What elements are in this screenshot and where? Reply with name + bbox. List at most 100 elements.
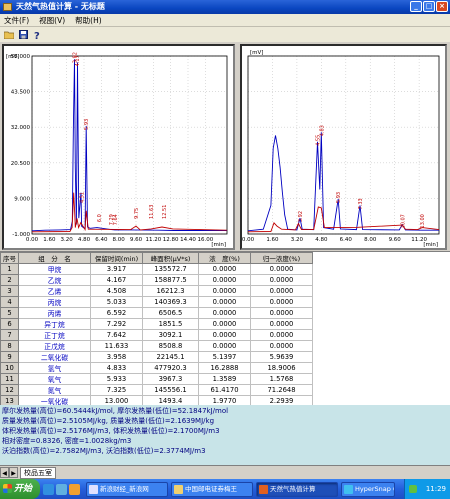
column-header[interactable]: 组 分 名	[18, 252, 91, 264]
row-index: 10	[0, 362, 19, 374]
peak-label: 4.83	[319, 125, 325, 136]
column-header[interactable]: 浓 度(%)	[198, 252, 251, 264]
retention-time: 4.508	[90, 285, 143, 297]
task-label: 中国邮电证券梅王	[185, 484, 237, 493]
component-name: 正戊烷	[18, 340, 91, 352]
task-label: HyperSnap 6	[355, 484, 395, 493]
peak-area: 158877.5	[142, 274, 199, 286]
table-row[interactable]: 3 乙烯 4.508 16212.3 0.0000 0.0000	[0, 285, 313, 297]
table-row[interactable]: 2 乙烷 4.167 158877.5 0.0000 0.0000	[0, 274, 313, 286]
menu-file[interactable]: 文件(F)	[4, 15, 29, 26]
x-tick-label: 0.00	[26, 237, 39, 243]
y-axis-label: [mV]	[6, 54, 19, 60]
menu-help[interactable]: 帮助(H)	[75, 15, 102, 26]
peak-label: 7.64	[113, 214, 119, 225]
peak-area: 145556.1	[142, 384, 199, 396]
y-tick-label: 43.500	[11, 90, 31, 96]
tab-prev-button[interactable]: ◀	[0, 467, 9, 478]
open-icon[interactable]	[3, 28, 15, 41]
task-gas-calc[interactable]: 天然气热值计算	[256, 481, 338, 497]
task-label: 新浪财经_新浪网	[100, 484, 149, 493]
tab-next-button[interactable]: ▶	[9, 467, 18, 478]
x-tick-label: 14.40	[180, 237, 196, 243]
peak-area: 1851.5	[142, 318, 199, 330]
y-tick-label: 9.000	[14, 196, 30, 202]
row-index: 8	[0, 340, 19, 352]
peak-area: 1493.4	[142, 395, 199, 405]
app-icon	[259, 484, 268, 494]
table-row[interactable]: 13 一氧化碳 13.000 1493.4 1.9770 2.2939	[0, 395, 313, 405]
retention-time: 13.000	[90, 395, 143, 405]
x-tick-label: 1.60	[43, 237, 56, 243]
retention-time: 5.933	[90, 373, 143, 385]
concentration: 0.0000	[198, 263, 251, 275]
normalized-concentration: 0.0000	[250, 318, 313, 330]
start-button[interactable]: 开始	[0, 479, 40, 499]
component-name: 丙烷	[18, 296, 91, 308]
task-hypersnap[interactable]: HyperSnap 6	[341, 481, 395, 497]
plot-frame	[31, 55, 228, 235]
peak-area: 477920.3	[142, 362, 199, 374]
table-row[interactable]: 8 正戊烷 11.633 8508.8 0.0000 0.0000	[0, 340, 313, 352]
column-header[interactable]: 序号	[0, 252, 19, 264]
chromatogram-panel-right: [mV] 0.00 1.60 3.20 4.80 6.40 8.00 9.60 11.20 [mi…	[240, 44, 447, 250]
concentration: 16.2888	[198, 362, 251, 374]
menu-view[interactable]: 视图(V)	[39, 15, 65, 26]
calculation-results: 摩尔发热量(高位)=60.5444kJ/mol, 摩尔发热量(低位)=52.18…	[0, 405, 450, 465]
peak-label: 6.0	[97, 214, 103, 222]
peak-label: 4.51	[79, 192, 85, 203]
hypersnap-icon	[344, 484, 353, 494]
component-name: 一氧化碳	[18, 395, 91, 405]
retention-time: 4.167	[90, 274, 143, 286]
close-button[interactable]: ×	[436, 1, 448, 12]
result-wobbe-index: 沃泊指数(高位)=2.7582MJ/m3, 沃泊指数(低位)=2.3774MJ/…	[2, 447, 206, 455]
help-icon[interactable]: ?	[31, 28, 43, 41]
windows-logo-icon	[3, 484, 12, 493]
desktop-icon[interactable]	[56, 483, 67, 495]
task-securities[interactable]: 中国邮电证券梅王	[171, 481, 253, 497]
table-row[interactable]: 7 正丁烷 7.642 3092.1 0.0000 0.0000	[0, 329, 313, 341]
x-tick-label: 8.00	[364, 237, 377, 243]
component-name: 甲烷	[18, 263, 91, 275]
x-tick-label: 8.00	[113, 237, 126, 243]
table-row[interactable]: 9 二氧化碳 3.958 22145.1 5.1397 5.9639	[0, 351, 313, 363]
save-icon[interactable]	[17, 28, 29, 41]
peak-label: 9.75	[134, 208, 140, 219]
results-table-container: 序号组 分 名保留时间(min) 峰面积(μV*s) 浓 度(%) 归一浓度(%) 1…	[0, 251, 450, 405]
row-index: 3	[0, 285, 19, 297]
row-index: 5	[0, 307, 19, 319]
minimize-button[interactable]: _	[410, 1, 422, 12]
table-row[interactable]: 6 异丁烷 7.292 1851.5 0.0000 0.0000	[0, 318, 313, 330]
peak-label: 13.00	[420, 214, 426, 228]
table-row[interactable]: 11 氧气 5.933 3967.3 1.3589 1.5768	[0, 373, 313, 385]
peak-label: 12.51	[162, 205, 168, 219]
column-header[interactable]: 峰面积(μV*s)	[142, 252, 199, 264]
component-name: 乙烯	[18, 285, 91, 297]
column-header[interactable]: 保留时间(min)	[90, 252, 143, 264]
maximize-button[interactable]: □	[423, 1, 435, 12]
media-icon[interactable]	[69, 483, 80, 495]
normalized-concentration: 0.0000	[250, 340, 313, 352]
ie-icon[interactable]	[43, 483, 54, 495]
retention-time: 5.033	[90, 296, 143, 308]
normalized-concentration: 5.9639	[250, 351, 313, 363]
x-tick-label: 9.60	[389, 237, 402, 243]
y-axis-label: [mV]	[250, 50, 263, 56]
component-table: 序号组 分 名保留时间(min) 峰面积(μV*s) 浓 度(%) 归一浓度(%) 1…	[0, 252, 313, 405]
menu-bar: 文件(F) 视图(V) 帮助(H)	[0, 14, 450, 27]
tray-icon[interactable]	[409, 485, 417, 493]
chromatogram-panel-left: 55.000 43.500 32.000 20.500 9.000 -1.000 [mV] 0…	[2, 44, 235, 250]
title-bar: 天然气热值计算 - 无标题 _ □ ×	[0, 0, 450, 14]
system-tray: 11:29	[404, 479, 450, 499]
table-row[interactable]: 5 丙烯 6.592 6506.5 0.0000 0.0000	[0, 307, 313, 319]
result-volume-heat: 体积发热量(高位)=2.5176MJ/m3, 体积发热量(低位)=2.1700M…	[2, 427, 220, 435]
column-header[interactable]: 归一浓度(%)	[250, 252, 313, 264]
task-sina[interactable]: 新浪财经_新浪网	[86, 481, 168, 497]
table-row[interactable]: 4 丙烷 5.033 140369.3 0.0000 0.0000	[0, 296, 313, 308]
normalized-concentration: 2.2939	[250, 395, 313, 405]
task-label: 天然气热值计算	[270, 484, 316, 493]
table-row[interactable]: 10 氢气 4.833 477920.3 16.2888 18.9006	[0, 362, 313, 374]
table-row[interactable]: 1 甲烷 3.917 135572.7 0.0000 0.0000	[0, 263, 313, 275]
table-row[interactable]: 12 氮气 7.325 145556.1 61.4170 71.2648	[0, 384, 313, 396]
sheet-tab[interactable]: 校品五室	[20, 466, 56, 479]
